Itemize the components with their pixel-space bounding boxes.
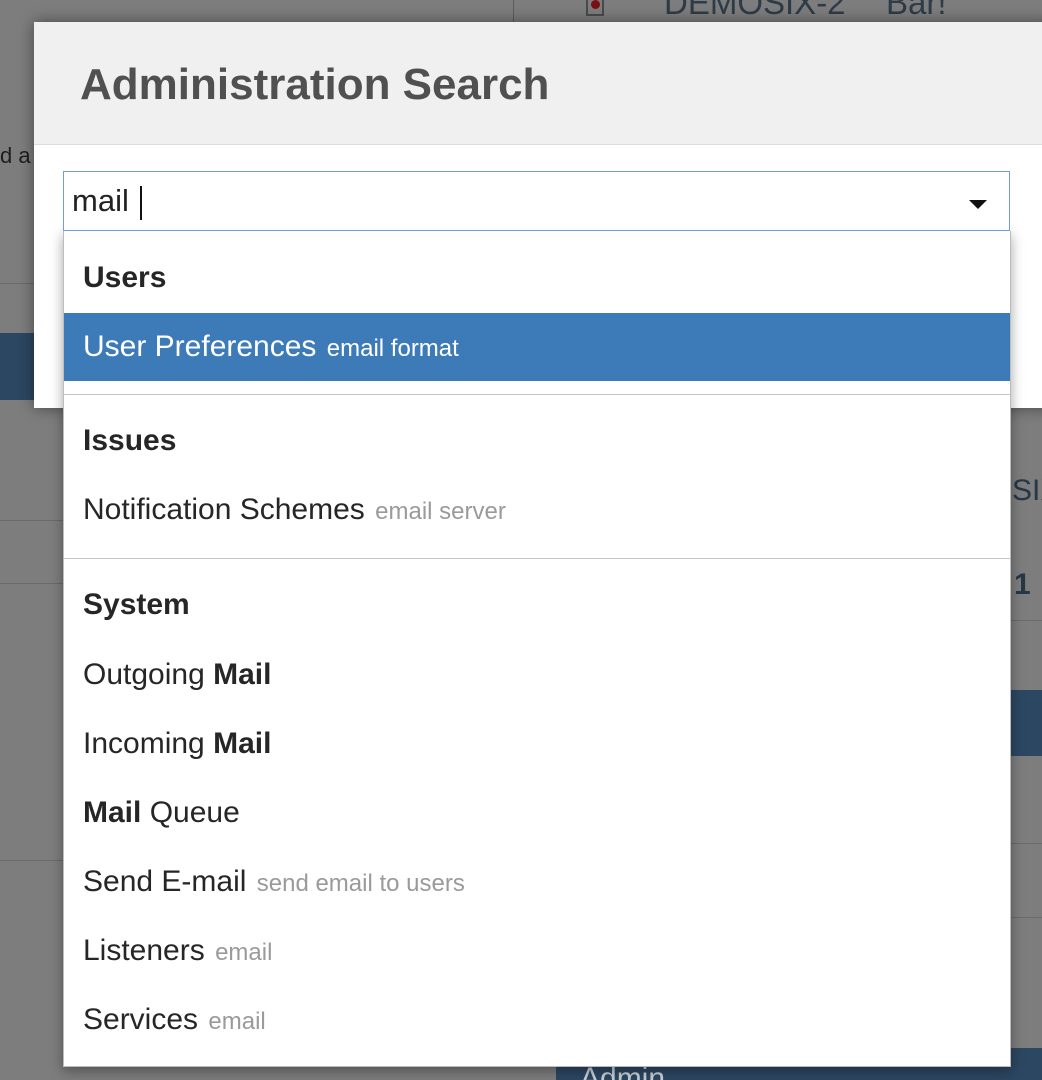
divider (1011, 917, 1042, 918)
result-label: Queue (141, 796, 240, 829)
search-results-dropdown: Users User Preferences email format Issu… (63, 231, 1011, 1067)
text-cursor (140, 186, 142, 220)
result-hint: email (208, 1008, 266, 1035)
result-mail-queue[interactable]: Mail Queue (64, 778, 1010, 847)
result-label: Services (83, 1003, 199, 1036)
result-notification-schemes[interactable]: Notification Schemes email server (64, 476, 1010, 544)
dialog-header: Administration Search (34, 22, 1042, 145)
result-hint: email format (326, 335, 459, 362)
result-hint: email (215, 939, 273, 966)
admin-search-combobox[interactable] (63, 171, 1010, 231)
divider (1011, 620, 1042, 621)
result-group-issues: Issues Notification Schemes email server (64, 395, 1010, 559)
background-text: d a (0, 143, 31, 168)
result-send-email[interactable]: Send E-mail send email to users (64, 847, 1010, 916)
admin-search-input[interactable] (64, 172, 944, 230)
divider (0, 583, 64, 584)
result-match: Mail (83, 796, 142, 829)
background-text: SIX (1012, 474, 1042, 507)
result-match: Mail (213, 658, 272, 691)
divider (1011, 843, 1042, 844)
group-heading: Users (83, 261, 167, 294)
result-label: Incoming (83, 727, 214, 760)
group-heading: Issues (83, 424, 177, 457)
background-header-bar (1011, 690, 1042, 756)
result-label: Notification Schemes (83, 493, 365, 526)
priority-icon (586, 0, 604, 16)
result-incoming-mail[interactable]: Incoming Mail (64, 709, 1010, 778)
background-text: 1 (1014, 568, 1031, 601)
issue-summary: Bar! (886, 0, 947, 21)
dialog-title: Administration Search (80, 60, 550, 109)
result-match: Mail (213, 727, 272, 760)
result-user-preferences[interactable]: User Preferences email format (64, 313, 1010, 381)
divider (0, 520, 64, 521)
result-outgoing-mail[interactable]: Outgoing Mail (64, 640, 1010, 709)
chevron-down-icon[interactable] (969, 200, 987, 209)
result-label: Listeners (83, 934, 205, 967)
result-group-users: Users User Preferences email format (64, 231, 1010, 395)
result-listeners[interactable]: Listeners email (64, 916, 1010, 985)
result-label: Outgoing (83, 658, 214, 691)
divider (0, 860, 64, 861)
result-services[interactable]: Services email (64, 985, 1010, 1054)
group-heading: System (83, 588, 190, 621)
result-hint: send email to users (256, 870, 465, 897)
result-label: Send E-mail (83, 865, 247, 898)
table-column-divider (513, 0, 514, 22)
result-group-system: System Outgoing Mail Incoming Mail Mail … (64, 559, 1010, 1054)
result-hint: email server (375, 498, 506, 525)
result-label: User Preferences (83, 330, 317, 363)
issue-key: DEMOSIX-2 (664, 0, 846, 21)
